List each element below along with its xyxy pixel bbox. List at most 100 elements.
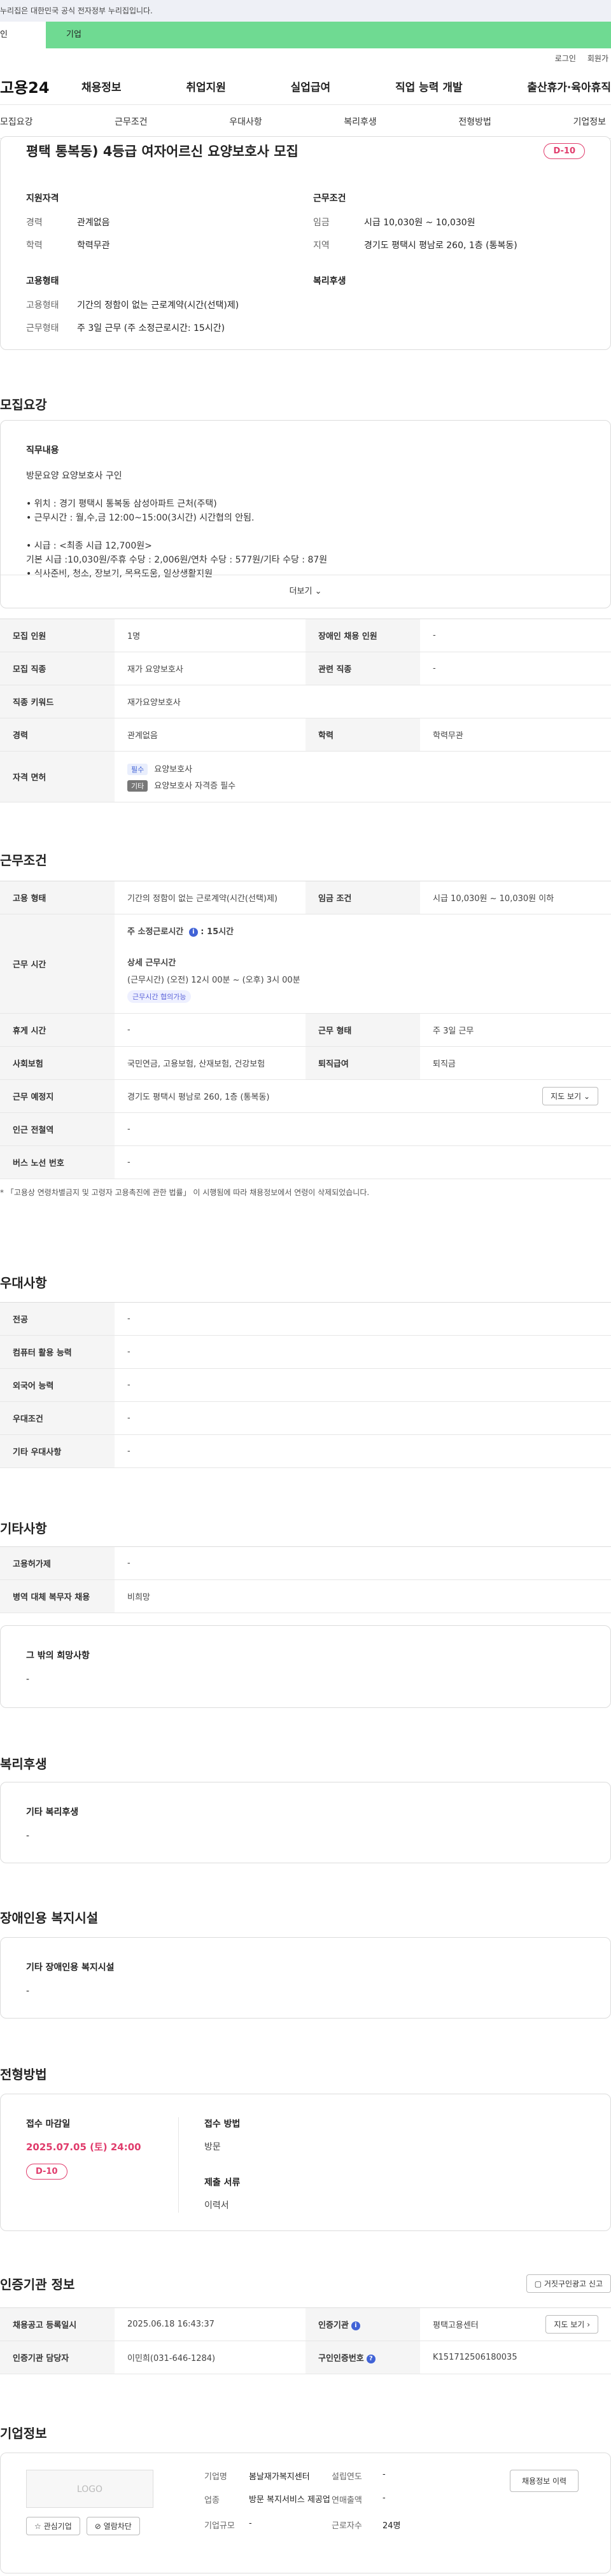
tab-company[interactable]: 기업 xyxy=(46,22,611,48)
tab-company[interactable]: 기업정보 xyxy=(573,115,606,128)
row-value: - xyxy=(115,1546,611,1580)
weekly-hours-value: 15시간 xyxy=(207,927,234,937)
tab-preferences[interactable]: 우대사항 xyxy=(229,115,262,128)
row-value: - xyxy=(115,1302,611,1336)
qualification-heading: 지원자격 xyxy=(26,193,59,204)
row-value: 2025.06.18 16:43:37 xyxy=(115,2307,306,2341)
table-row: 고용허가제 - xyxy=(0,1546,611,1580)
row-label: 임금 조건 xyxy=(306,881,420,914)
welfare-heading: 복리후생 xyxy=(313,276,346,286)
row-value: 경기도 평택시 평남로 260, 1층 (통복동) xyxy=(127,1093,270,1102)
row-label: 근무 시간 xyxy=(0,914,115,1014)
qual-label: 경력 xyxy=(26,218,43,228)
row-label: 인증기관 xyxy=(318,2321,349,2330)
report-button-label: 거짓구인광고 신고 xyxy=(544,2279,603,2288)
recruit-table-wrap: 모집 인원 1명 장애인 채용 인원 - 모집 직종 재가 요양보호사 관련 직… xyxy=(0,619,611,802)
row-label: 모집 직종 xyxy=(0,652,115,685)
row-value: - xyxy=(115,1401,611,1435)
info-icon[interactable]: i xyxy=(351,2321,360,2330)
table-row: 사회보험 국민연금, 고용보험, 산재보험, 건강보험 퇴직급여 퇴직금 xyxy=(0,1046,611,1080)
info-value: - xyxy=(383,2493,386,2503)
tab-work-conditions[interactable]: 근무조건 xyxy=(115,115,148,128)
dday-badge: D-10 xyxy=(544,143,585,159)
table-row: 직종 키워드 재가요양보호사 xyxy=(0,685,611,718)
join-link[interactable]: 회원가 xyxy=(587,53,608,64)
company-wrap: LOGO ☆ 관심기업 ⊘ 열람차단 기업명 봄날재가복지센터 설립연도 - 업… xyxy=(0,2453,611,2573)
process-card: 접수 마감일 2025.07.05 (토) 24:00 D-10 접수 방법 방… xyxy=(0,2094,611,2231)
block-label: 열람차단 xyxy=(103,2522,132,2531)
row-label: 장애인 채용 인원 xyxy=(306,619,420,652)
row-label: 기타 우대사항 xyxy=(0,1434,115,1468)
company-actions: ☆ 관심기업 ⊘ 열람차단 xyxy=(26,2517,140,2535)
row-value: 이민희(031-646-1284) xyxy=(115,2341,306,2374)
etc-table: 고용허가제 - 병역 대체 복무자 채용 비희망 xyxy=(0,1546,611,1613)
global-nav: 고용24 채용정보 취업지원 실업급여 직업 능력 개발 출산휴가·육아휴직 xyxy=(0,67,611,104)
section-title-work: 근무조건 xyxy=(0,853,47,868)
info-icon[interactable]: i xyxy=(188,927,198,937)
pref-table-wrap: 전공 - 컴퓨터 활용 능력 - 외국어 능력 - 우대조건 - 기타 우대사항 - xyxy=(0,1302,611,1468)
favorite-company-button[interactable]: ☆ 관심기업 xyxy=(26,2517,80,2535)
etc-other-wrap: 그 밖의 희망사항 - xyxy=(0,1625,611,1708)
ban-icon: ⊘ xyxy=(94,2522,101,2531)
table-row: 근무 시간 주 소정근로시간 i : 15시간 상세 근무시간 (근무시간) (… xyxy=(0,914,611,1014)
map-button[interactable]: 지도 보기 ⌄ xyxy=(542,1087,598,1105)
row-label: 모집 인원 xyxy=(0,619,115,652)
row-label: 구인인증번호 xyxy=(318,2354,364,2363)
tab-process[interactable]: 전형방법 xyxy=(458,115,491,128)
user-type-tabs: 인 기업 xyxy=(0,22,611,48)
row-label: 자격 면허 xyxy=(0,751,115,802)
row-label: 전공 xyxy=(0,1302,115,1336)
job-description-card: 직무내용 방문요양 요양보호사 구인 • 위치 : 경기 평택시 통복동 삼성아… xyxy=(0,420,611,608)
row-value: 재가요양보호사 xyxy=(115,685,611,718)
gnb-item-employment-support[interactable]: 취업지원 xyxy=(186,78,226,94)
login-link[interactable]: 로그인 xyxy=(555,53,576,64)
license-value: 요양보호사 xyxy=(154,764,193,774)
work-table-wrap: 고용 형태 기간의 정함이 없는 근로계약(시간(선택)제) 임금 조건 시급 … xyxy=(0,881,611,1198)
method-block: 접수 방법 방문 제출 서류 이력서 xyxy=(204,2117,240,2211)
job-history-button[interactable]: 채용정보 이력 xyxy=(510,2470,579,2492)
row-label: 학력 xyxy=(306,718,420,752)
row-label: 병역 대체 복무자 채용 xyxy=(0,1579,115,1613)
hours-detail-heading: 상세 근무시간 xyxy=(127,958,176,968)
row-value: - xyxy=(115,1434,611,1468)
cond-value: 시급 10,030원 ~ 10,030원 xyxy=(364,218,475,228)
report-fake-ad-button[interactable]: ▢ 거짓구인광고 신고 xyxy=(526,2274,611,2293)
row-label: 휴게 시간 xyxy=(0,1013,115,1047)
row-value: 비희망 xyxy=(115,1579,611,1613)
map-button-label: 지도 보기 xyxy=(554,2320,585,2329)
license-values: 필수 요양보호사 기타 요양보호사 자격증 필수 xyxy=(115,751,611,802)
hours-detail-value: (근무시간) (오전) 12시 00분 ~ (오후) 3시 00분 xyxy=(127,976,300,985)
tab-welfare[interactable]: 복리후생 xyxy=(344,115,377,128)
row-value: K151712506180035 xyxy=(420,2341,611,2374)
license-value: 요양보호사 자격증 필수 xyxy=(154,781,236,791)
row-value: 기간의 정함이 없는 근로계약(시간(선택)제) xyxy=(115,881,306,914)
info-label: 기업명 xyxy=(204,2472,227,2482)
etc-section: 기타사항 xyxy=(0,1518,611,1537)
conditions-heading: 근무조건 xyxy=(313,193,346,204)
row-value: 시급 10,030원 ~ 10,030원 이하 xyxy=(420,881,611,914)
document-icon: ▢ xyxy=(534,2279,542,2288)
chevron-down-icon: ⌄ xyxy=(314,587,322,596)
agency-map-button[interactable]: 지도 보기 › xyxy=(545,2315,598,2334)
row-label: 고용 형태 xyxy=(0,881,115,914)
tab-recruit[interactable]: 모집요강 xyxy=(0,115,33,128)
block-view-button[interactable]: ⊘ 열람차단 xyxy=(86,2517,140,2535)
gnb-item-jobs[interactable]: 채용정보 xyxy=(81,78,122,94)
info-icon[interactable]: ? xyxy=(366,2354,376,2363)
gnb-item-parental-leave[interactable]: 출산휴가·육아휴직 xyxy=(527,78,611,94)
row-label: 우대조건 xyxy=(0,1401,115,1435)
welfare-card-value: - xyxy=(26,1831,30,1841)
disabled-facilities-card: 기타 장애인용 복지시설 - xyxy=(0,1937,611,2019)
recruit-section: 모집요강 xyxy=(0,395,611,413)
disabled-wrap: 기타 장애인용 복지시설 - xyxy=(0,1937,611,2019)
gnb-item-unemployment-benefit[interactable]: 실업급여 xyxy=(291,78,331,94)
row-label: 퇴직급여 xyxy=(306,1046,420,1080)
table-row: 인증기관 담당자 이민희(031-646-1284) 구인인증번호? K1517… xyxy=(0,2341,611,2374)
tab-personal[interactable]: 인 xyxy=(0,22,46,48)
site-logo[interactable]: 고용24 xyxy=(0,75,70,97)
docs-value: 이력서 xyxy=(204,2201,229,2211)
gnb-item-vocational-training[interactable]: 직업 능력 개발 xyxy=(395,78,463,94)
row-value: - xyxy=(115,1368,611,1402)
process-section: 전형방법 xyxy=(0,2064,611,2083)
more-button[interactable]: 더보기 ⌄ xyxy=(1,575,610,608)
